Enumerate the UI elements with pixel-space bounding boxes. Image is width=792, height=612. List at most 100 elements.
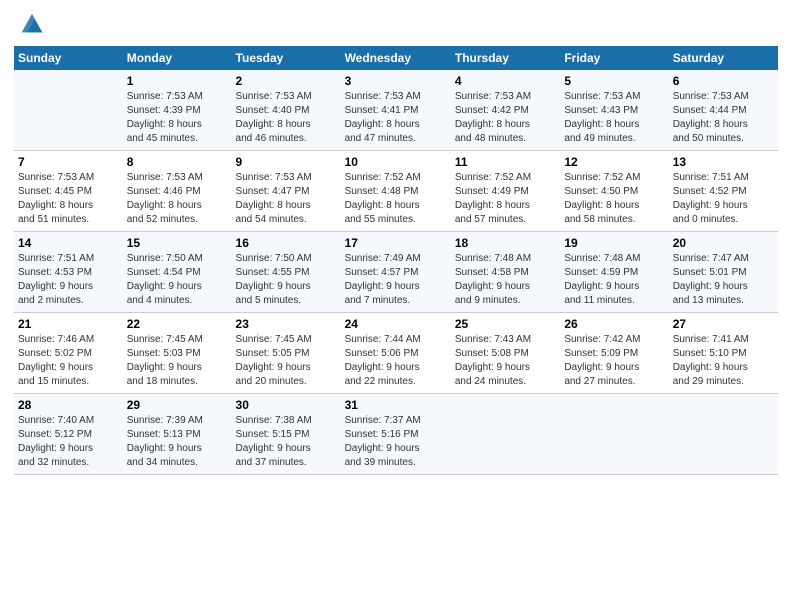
day-info: Sunrise: 7:41 AM Sunset: 5:10 PM Dayligh…	[673, 333, 774, 389]
day-info: Sunrise: 7:48 AM Sunset: 4:58 PM Dayligh…	[455, 252, 556, 308]
day-number: 16	[236, 236, 337, 250]
calendar-cell: 24 Sunrise: 7:44 AM Sunset: 5:06 PM Dayli…	[341, 313, 451, 394]
week-row-0: 1 Sunrise: 7:53 AM Sunset: 4:39 PM Daylig…	[14, 70, 778, 151]
day-number: 29	[127, 398, 228, 412]
calendar-cell: 26 Sunrise: 7:42 AM Sunset: 5:09 PM Dayli…	[560, 313, 668, 394]
day-number: 20	[673, 236, 774, 250]
day-number: 31	[345, 398, 447, 412]
calendar-cell: 11 Sunrise: 7:52 AM Sunset: 4:49 PM Dayli…	[451, 151, 560, 232]
day-info: Sunrise: 7:50 AM Sunset: 4:55 PM Dayligh…	[236, 252, 337, 308]
day-info: Sunrise: 7:47 AM Sunset: 5:01 PM Dayligh…	[673, 252, 774, 308]
calendar-cell	[14, 70, 123, 151]
weekday-header-monday: Monday	[123, 46, 232, 70]
week-row-4: 28Sunrise: 7:40 AM Sunset: 5:12 PM Dayli…	[14, 394, 778, 475]
calendar-cell: 7 Sunrise: 7:53 AM Sunset: 4:45 PM Daylig…	[14, 151, 123, 232]
calendar-cell: 21 Sunrise: 7:46 AM Sunset: 5:02 PM Dayli…	[14, 313, 123, 394]
calendar-cell: 6 Sunrise: 7:53 AM Sunset: 4:44 PM Daylig…	[669, 70, 778, 151]
calendar-cell: 27Sunrise: 7:41 AM Sunset: 5:10 PM Dayli…	[669, 313, 778, 394]
weekday-header-sunday: Sunday	[14, 46, 123, 70]
day-number: 11	[455, 155, 556, 169]
day-info: Sunrise: 7:53 AM Sunset: 4:43 PM Dayligh…	[564, 90, 664, 146]
day-number: 14	[18, 236, 119, 250]
week-row-3: 21 Sunrise: 7:46 AM Sunset: 5:02 PM Dayli…	[14, 313, 778, 394]
calendar-cell	[451, 394, 560, 475]
day-number: 23	[236, 317, 337, 331]
day-number: 15	[127, 236, 228, 250]
calendar-cell	[560, 394, 668, 475]
week-row-1: 7 Sunrise: 7:53 AM Sunset: 4:45 PM Daylig…	[14, 151, 778, 232]
day-info: Sunrise: 7:43 AM Sunset: 5:08 PM Dayligh…	[455, 333, 556, 389]
day-number: 12	[564, 155, 664, 169]
calendar-cell: 9 Sunrise: 7:53 AM Sunset: 4:47 PM Daylig…	[232, 151, 341, 232]
weekday-header-tuesday: Tuesday	[232, 46, 341, 70]
day-number: 17	[345, 236, 447, 250]
calendar-cell: 22Sunrise: 7:45 AM Sunset: 5:03 PM Dayli…	[123, 313, 232, 394]
day-number: 19	[564, 236, 664, 250]
calendar-cell: 3Sunrise: 7:53 AM Sunset: 4:41 PM Daylig…	[341, 70, 451, 151]
day-info: Sunrise: 7:39 AM Sunset: 5:13 PM Dayligh…	[127, 414, 228, 470]
day-info: Sunrise: 7:53 AM Sunset: 4:45 PM Dayligh…	[18, 171, 119, 227]
calendar-table: SundayMondayTuesdayWednesdayThursdayFrid…	[14, 46, 778, 475]
day-info: Sunrise: 7:53 AM Sunset: 4:44 PM Dayligh…	[673, 90, 774, 146]
calendar-cell: 15 Sunrise: 7:50 AM Sunset: 4:54 PM Dayli…	[123, 232, 232, 313]
weekday-header-wednesday: Wednesday	[341, 46, 451, 70]
page-container: SundayMondayTuesdayWednesdayThursdayFrid…	[0, 0, 792, 485]
day-info: Sunrise: 7:52 AM Sunset: 4:48 PM Dayligh…	[345, 171, 447, 227]
day-info: Sunrise: 7:38 AM Sunset: 5:15 PM Dayligh…	[236, 414, 337, 470]
day-info: Sunrise: 7:37 AM Sunset: 5:16 PM Dayligh…	[345, 414, 447, 470]
day-number: 6	[673, 74, 774, 88]
day-info: Sunrise: 7:53 AM Sunset: 4:39 PM Dayligh…	[127, 90, 228, 146]
day-number: 7	[18, 155, 119, 169]
day-info: Sunrise: 7:40 AM Sunset: 5:12 PM Dayligh…	[18, 414, 119, 470]
calendar-cell: 20 Sunrise: 7:47 AM Sunset: 5:01 PM Dayli…	[669, 232, 778, 313]
calendar-cell: 14Sunrise: 7:51 AM Sunset: 4:53 PM Dayli…	[14, 232, 123, 313]
day-number: 24	[345, 317, 447, 331]
day-number: 25	[455, 317, 556, 331]
day-number: 26	[564, 317, 664, 331]
calendar-cell: 17 Sunrise: 7:49 AM Sunset: 4:57 PM Dayli…	[341, 232, 451, 313]
day-number: 9	[236, 155, 337, 169]
day-number: 4	[455, 74, 556, 88]
calendar-cell: 25 Sunrise: 7:43 AM Sunset: 5:08 PM Dayli…	[451, 313, 560, 394]
day-info: Sunrise: 7:44 AM Sunset: 5:06 PM Dayligh…	[345, 333, 447, 389]
calendar-cell: 1 Sunrise: 7:53 AM Sunset: 4:39 PM Daylig…	[123, 70, 232, 151]
week-row-2: 14Sunrise: 7:51 AM Sunset: 4:53 PM Dayli…	[14, 232, 778, 313]
day-info: Sunrise: 7:50 AM Sunset: 4:54 PM Dayligh…	[127, 252, 228, 308]
day-info: Sunrise: 7:42 AM Sunset: 5:09 PM Dayligh…	[564, 333, 664, 389]
day-info: Sunrise: 7:45 AM Sunset: 5:05 PM Dayligh…	[236, 333, 337, 389]
day-number: 30	[236, 398, 337, 412]
day-info: Sunrise: 7:53 AM Sunset: 4:47 PM Dayligh…	[236, 171, 337, 227]
calendar-cell: 5 Sunrise: 7:53 AM Sunset: 4:43 PM Daylig…	[560, 70, 668, 151]
calendar-cell: 18Sunrise: 7:48 AM Sunset: 4:58 PM Dayli…	[451, 232, 560, 313]
day-number: 22	[127, 317, 228, 331]
day-info: Sunrise: 7:48 AM Sunset: 4:59 PM Dayligh…	[564, 252, 664, 308]
day-number: 3	[345, 74, 447, 88]
day-number: 8	[127, 155, 228, 169]
logo-icon	[18, 10, 46, 38]
day-info: Sunrise: 7:46 AM Sunset: 5:02 PM Dayligh…	[18, 333, 119, 389]
header	[14, 10, 778, 38]
calendar-cell: 29 Sunrise: 7:39 AM Sunset: 5:13 PM Dayli…	[123, 394, 232, 475]
day-info: Sunrise: 7:53 AM Sunset: 4:42 PM Dayligh…	[455, 90, 556, 146]
calendar-cell: 31 Sunrise: 7:37 AM Sunset: 5:16 PM Dayli…	[341, 394, 451, 475]
weekday-header-row: SundayMondayTuesdayWednesdayThursdayFrid…	[14, 46, 778, 70]
weekday-header-thursday: Thursday	[451, 46, 560, 70]
calendar-cell: 16 Sunrise: 7:50 AM Sunset: 4:55 PM Dayli…	[232, 232, 341, 313]
day-info: Sunrise: 7:53 AM Sunset: 4:40 PM Dayligh…	[236, 90, 337, 146]
day-number: 5	[564, 74, 664, 88]
day-number: 21	[18, 317, 119, 331]
day-info: Sunrise: 7:51 AM Sunset: 4:52 PM Dayligh…	[673, 171, 774, 227]
day-info: Sunrise: 7:52 AM Sunset: 4:49 PM Dayligh…	[455, 171, 556, 227]
day-number: 1	[127, 74, 228, 88]
calendar-cell: 23 Sunrise: 7:45 AM Sunset: 5:05 PM Dayli…	[232, 313, 341, 394]
calendar-cell: 30 Sunrise: 7:38 AM Sunset: 5:15 PM Dayli…	[232, 394, 341, 475]
day-number: 10	[345, 155, 447, 169]
day-info: Sunrise: 7:49 AM Sunset: 4:57 PM Dayligh…	[345, 252, 447, 308]
calendar-cell: 2Sunrise: 7:53 AM Sunset: 4:40 PM Daylig…	[232, 70, 341, 151]
day-number: 13	[673, 155, 774, 169]
calendar-cell: 28Sunrise: 7:40 AM Sunset: 5:12 PM Dayli…	[14, 394, 123, 475]
day-info: Sunrise: 7:52 AM Sunset: 4:50 PM Dayligh…	[564, 171, 664, 227]
calendar-cell: 13 Sunrise: 7:51 AM Sunset: 4:52 PM Dayli…	[669, 151, 778, 232]
calendar-cell: 19 Sunrise: 7:48 AM Sunset: 4:59 PM Dayli…	[560, 232, 668, 313]
calendar-cell: 4 Sunrise: 7:53 AM Sunset: 4:42 PM Daylig…	[451, 70, 560, 151]
